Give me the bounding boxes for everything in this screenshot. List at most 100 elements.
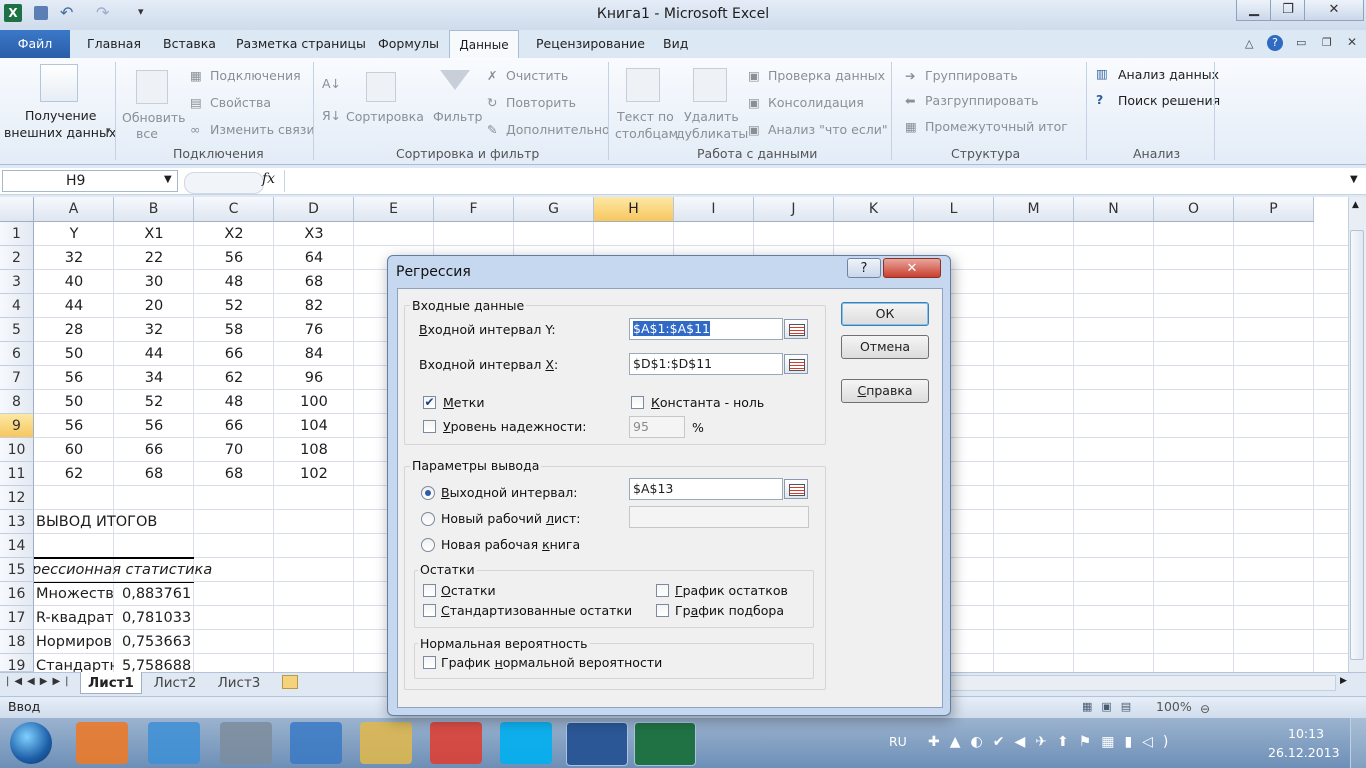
remove-duplicates-icon[interactable] — [693, 68, 727, 102]
clear-icon[interactable]: ✗ — [487, 68, 497, 83]
cell[interactable]: 44 — [34, 294, 114, 318]
filter-icon[interactable] — [440, 70, 470, 90]
remove-duplicates-label-2[interactable]: дубликаты — [676, 126, 748, 141]
doc-close-icon[interactable]: ✕ — [1347, 35, 1357, 49]
tab-review[interactable]: Рецензирование — [536, 36, 645, 51]
word-icon[interactable] — [566, 722, 628, 766]
std-residuals-checkbox[interactable] — [423, 604, 436, 617]
internet-explorer-icon[interactable] — [148, 722, 200, 764]
cell[interactable]: 58 — [194, 318, 274, 342]
edit-links-icon[interactable]: ∞ — [190, 122, 200, 137]
row-header-8[interactable]: 8 — [0, 390, 34, 414]
consolidate-button[interactable]: Консолидация — [768, 95, 864, 110]
vertical-scroll-thumb[interactable] — [1350, 230, 1364, 660]
calculator-icon[interactable] — [220, 722, 272, 764]
skype-icon[interactable] — [500, 722, 552, 764]
cell[interactable]: ВЫВОД ИТОГОВ — [36, 510, 296, 534]
clock-time[interactable]: 10:13 — [1288, 726, 1324, 741]
cell[interactable]: Множеств — [36, 582, 114, 606]
row-header-14[interactable]: 14 — [0, 534, 34, 558]
row-header-16[interactable]: 16 — [0, 582, 34, 606]
cell[interactable]: Нормиров — [36, 630, 114, 654]
input-y-field[interactable]: $A$1:$A$11 — [629, 318, 783, 340]
normal-plot-checkbox[interactable] — [423, 656, 436, 669]
column-header-n[interactable]: N — [1074, 197, 1154, 222]
name-box[interactable] — [2, 170, 178, 192]
formula-input[interactable] — [284, 170, 1347, 192]
cell[interactable]: 0,753663 — [118, 630, 194, 654]
cell[interactable]: 44 — [114, 342, 194, 366]
consolidate-icon[interactable]: ▣ — [748, 95, 760, 110]
media-player-icon[interactable] — [76, 722, 128, 764]
zoom-out-icon[interactable]: ⊖ — [1200, 702, 1210, 716]
refresh-all-icon[interactable] — [136, 70, 168, 104]
row-header-7[interactable]: 7 — [0, 366, 34, 390]
cell[interactable]: 56 — [114, 414, 194, 438]
horizontal-scrollbar[interactable] — [950, 675, 1336, 691]
clock-date[interactable]: 26.12.2013 — [1268, 745, 1340, 760]
column-header-b[interactable]: B — [114, 197, 194, 222]
row-header-2[interactable]: 2 — [0, 246, 34, 270]
row-header-5[interactable]: 5 — [0, 318, 34, 342]
cell[interactable]: 28 — [34, 318, 114, 342]
confidence-checkbox[interactable] — [423, 420, 436, 433]
tab-home[interactable]: Главная — [87, 36, 141, 51]
minimize-ribbon-icon[interactable]: △ — [1245, 37, 1253, 50]
cell[interactable]: рессионная статистика — [34, 558, 234, 582]
cell[interactable]: 32 — [114, 318, 194, 342]
reapply-icon[interactable]: ↻ — [487, 95, 497, 110]
column-header-f[interactable]: F — [434, 197, 514, 222]
cell[interactable]: 68 — [274, 270, 354, 294]
dialog-help-icon[interactable]: ? — [847, 258, 881, 278]
sort-icon[interactable] — [366, 72, 396, 102]
cell[interactable]: 56 — [34, 414, 114, 438]
column-header-i[interactable]: I — [674, 197, 754, 222]
close-button[interactable]: ✕ — [1304, 0, 1364, 21]
row-header-10[interactable]: 10 — [0, 438, 34, 462]
restore-button[interactable]: ❐ — [1270, 0, 1306, 21]
column-header-a[interactable]: A — [34, 197, 114, 222]
tab-formulas[interactable]: Формулы — [378, 36, 439, 51]
doc-restore-icon[interactable]: ❐ — [1322, 36, 1332, 49]
row-header-11[interactable]: 11 — [0, 462, 34, 486]
cell[interactable]: 0,781033 — [118, 606, 194, 630]
cell[interactable]: 66 — [194, 414, 274, 438]
cell[interactable]: 108 — [274, 438, 354, 462]
residuals-checkbox[interactable] — [423, 584, 436, 597]
help-button[interactable]: Справка — [841, 379, 929, 403]
start-button[interactable] — [10, 722, 52, 764]
cell[interactable]: 48 — [194, 270, 274, 294]
column-header-k[interactable]: K — [834, 197, 914, 222]
name-box-dropdown-icon[interactable]: ▼ — [164, 174, 172, 185]
ok-button[interactable]: ОК — [841, 302, 929, 326]
data-validation-icon[interactable]: ▣ — [748, 68, 760, 83]
tray-icons[interactable]: ✚▲◐✔◀✈⬆⚑▦▮◁) — [928, 734, 1178, 750]
get-external-data-icon[interactable] — [40, 64, 78, 102]
column-header-o[interactable]: O — [1154, 197, 1234, 222]
scroll-right-icon[interactable]: ▶ — [1340, 676, 1347, 686]
new-sheet-radio[interactable] — [421, 512, 435, 526]
explorer-icon[interactable] — [360, 722, 412, 764]
ungroup-button[interactable]: Разгруппировать — [925, 93, 1038, 108]
output-range-ref-button[interactable] — [784, 479, 808, 499]
doc-minimize-icon[interactable]: ▭ — [1296, 36, 1306, 49]
cell[interactable]: 84 — [274, 342, 354, 366]
new-book-radio[interactable] — [421, 538, 435, 552]
text-to-columns-label-2[interactable]: столбцам — [615, 126, 678, 141]
sort-za-icon[interactable]: Я↓ — [322, 108, 341, 123]
cell[interactable]: 40 — [34, 270, 114, 294]
cell[interactable]: Y — [34, 222, 114, 246]
excel-taskbar-icon[interactable] — [634, 722, 696, 766]
group-button[interactable]: Группировать — [925, 68, 1018, 83]
cell[interactable]: 50 — [34, 342, 114, 366]
row-header-4[interactable]: 4 — [0, 294, 34, 318]
text-to-columns-label-1[interactable]: Текст по — [617, 109, 674, 124]
input-x-field[interactable]: $D$1:$D$11 — [629, 353, 783, 375]
column-header-l[interactable]: L — [914, 197, 994, 222]
get-external-label-2[interactable]: внешних данных — [4, 125, 116, 140]
dialog-close-icon[interactable]: ✕ — [883, 258, 941, 278]
subtotal-icon[interactable]: ▦ — [905, 119, 917, 134]
new-sheet-field[interactable] — [629, 506, 809, 528]
insert-sheet-icon[interactable] — [282, 675, 298, 689]
line-fit-checkbox[interactable] — [656, 604, 669, 617]
